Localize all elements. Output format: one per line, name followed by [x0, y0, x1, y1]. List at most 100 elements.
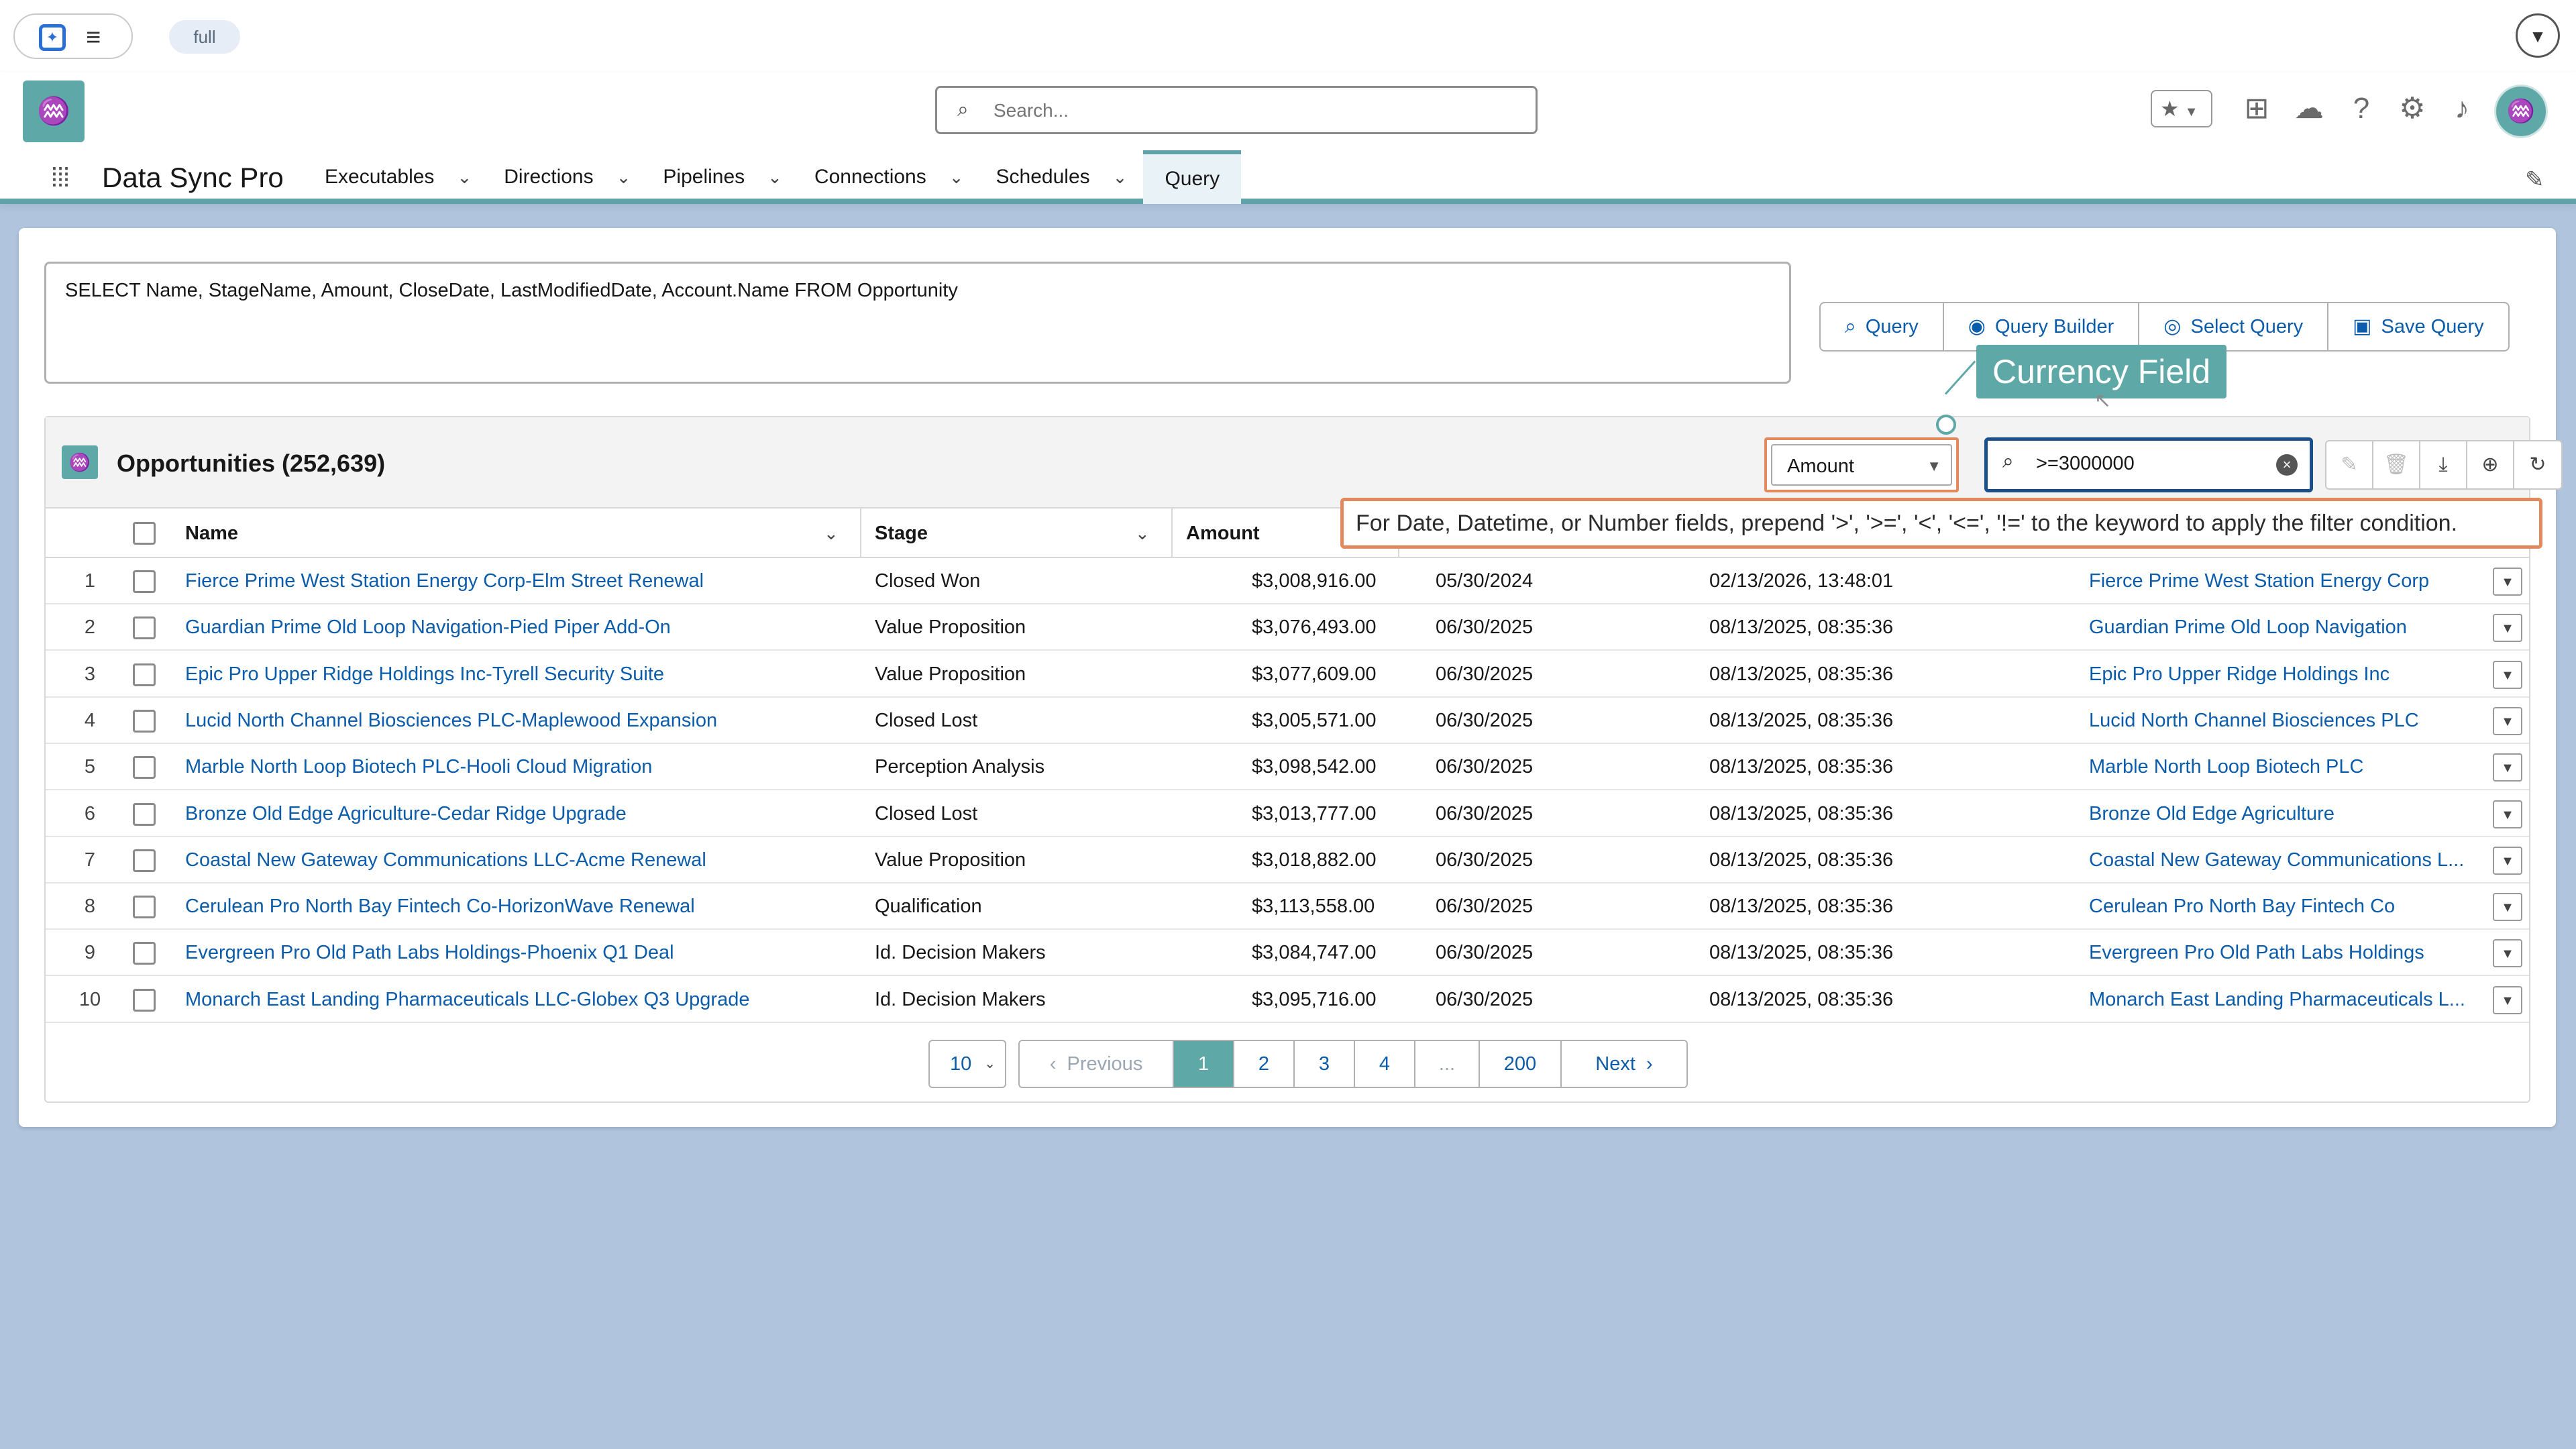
- add-circle-icon[interactable]: ⊕: [2467, 441, 2514, 488]
- page-button-200[interactable]: 200: [1480, 1041, 1562, 1087]
- chevron-down-icon[interactable]: ⌄: [767, 150, 782, 204]
- page-button-4[interactable]: 4: [1355, 1041, 1415, 1087]
- chevron-down-icon[interactable]: ⌄: [949, 150, 964, 204]
- row-checkbox[interactable]: [133, 942, 156, 965]
- row-actions-chevron-icon[interactable]: ▼: [2493, 706, 2522, 735]
- soql-query-textarea[interactable]: SELECT Name, StageName, Amount, CloseDat…: [44, 262, 1791, 384]
- search-input[interactable]: [994, 95, 1517, 127]
- query-builder-button[interactable]: ◉ Query Builder: [1944, 303, 2140, 350]
- previous-page-button[interactable]: ‹ Previous: [1020, 1041, 1174, 1087]
- row-actions-chevron-icon[interactable]: ▼: [2493, 846, 2522, 875]
- row-actions-chevron-icon[interactable]: ▼: [2493, 800, 2522, 828]
- filter-field-select[interactable]: Amount ▼: [1764, 437, 1959, 492]
- select-query-button[interactable]: ◎ Select Query: [2139, 303, 2329, 350]
- opportunity-name-link[interactable]: Bronze Old Edge Agriculture-Cedar Ridge …: [185, 791, 849, 837]
- row-actions-chevron-icon[interactable]: ▼: [2493, 614, 2522, 643]
- setup-gear-icon[interactable]: ⚙: [2392, 89, 2432, 129]
- row-checkbox[interactable]: [133, 709, 156, 733]
- opportunity-name-link[interactable]: Coastal New Gateway Communications LLC-A…: [185, 837, 849, 883]
- account-name-link[interactable]: Cerulean Pro North Bay Fintech Co: [2089, 883, 2478, 930]
- chevron-down-icon[interactable]: ⌄: [824, 508, 839, 558]
- account-name-link[interactable]: Fierce Prime West Station Energy Corp: [2089, 558, 2478, 604]
- row-actions-chevron-icon[interactable]: ▼: [2493, 568, 2522, 596]
- page-button-3[interactable]: 3: [1295, 1041, 1355, 1087]
- nav-item-connections[interactable]: Connections ⌄: [798, 150, 980, 204]
- page-size-select[interactable]: 10 ⌄: [928, 1040, 1006, 1088]
- chevron-down-icon[interactable]: ⌄: [457, 150, 472, 204]
- account-name-link[interactable]: Evergreen Pro Old Path Labs Holdings: [2089, 930, 2478, 976]
- chevron-down-icon[interactable]: ⌄: [1113, 150, 1128, 204]
- opportunity-name-link[interactable]: Guardian Prime Old Loop Navigation-Pied …: [185, 604, 849, 651]
- row-checkbox[interactable]: [133, 988, 156, 1012]
- row-actions-chevron-icon[interactable]: ▼: [2493, 753, 2522, 782]
- page-button-1[interactable]: 1: [1174, 1041, 1234, 1087]
- page-button-2[interactable]: 2: [1234, 1041, 1295, 1087]
- hamburger-icon[interactable]: ≡: [86, 24, 101, 51]
- account-name-link[interactable]: Lucid North Channel Biosciences PLC: [2089, 698, 2478, 744]
- filter-field-dropdown[interactable]: Amount ▼: [1771, 444, 1952, 486]
- filter-search-input[interactable]: ⌕ >=3000000 ×: [1984, 437, 2313, 492]
- help-icon[interactable]: ?: [2341, 89, 2381, 129]
- row-checkbox[interactable]: [133, 756, 156, 780]
- nav-item-executables[interactable]: Executables ⌄: [309, 150, 488, 204]
- download-icon[interactable]: ⤓: [2420, 441, 2467, 488]
- select-all-checkbox[interactable]: [133, 522, 156, 545]
- edit-nav-pencil-icon[interactable]: ✎: [2525, 166, 2544, 193]
- row-checkbox[interactable]: [133, 570, 156, 593]
- chevron-down-icon[interactable]: ⌄: [1135, 508, 1150, 558]
- favorites-star-icon[interactable]: ★ ▼: [2151, 90, 2212, 127]
- app-launcher-pill[interactable]: ✦ ≡: [13, 13, 133, 59]
- clear-icon[interactable]: ×: [2276, 454, 2298, 476]
- column-header-stage[interactable]: Stage: [875, 508, 928, 558]
- row-actions-chevron-icon[interactable]: ▼: [2493, 985, 2522, 1014]
- account-name-link[interactable]: Epic Pro Upper Ridge Holdings Inc: [2089, 651, 2478, 698]
- account-name-link[interactable]: Bronze Old Edge Agriculture: [2089, 791, 2478, 837]
- column-header-amount[interactable]: Amount: [1186, 508, 1260, 558]
- row-checkbox[interactable]: [133, 896, 156, 919]
- avatar[interactable]: ♒: [2494, 85, 2548, 138]
- row-checkbox[interactable]: [133, 802, 156, 826]
- opportunity-name-link[interactable]: Evergreen Pro Old Path Labs Holdings-Pho…: [185, 930, 849, 976]
- opportunity-name-link[interactable]: Cerulean Pro North Bay Fintech Co-Horizo…: [185, 883, 849, 930]
- column-divider[interactable]: [1171, 508, 1173, 558]
- column-header-name[interactable]: Name: [185, 508, 238, 558]
- row-checkbox[interactable]: [133, 616, 156, 640]
- edit-icon[interactable]: ✎: [2326, 441, 2373, 488]
- trailhead-icon[interactable]: ☁: [2289, 89, 2329, 129]
- account-name-link[interactable]: Monarch East Landing Pharmaceuticals L..…: [2089, 977, 2478, 1023]
- account-name-link[interactable]: Marble North Loop Biotech PLC: [2089, 744, 2478, 790]
- opportunity-name-link[interactable]: Epic Pro Upper Ridge Holdings Inc-Tyrell…: [185, 651, 849, 698]
- column-divider[interactable]: [860, 508, 861, 558]
- account-name-link[interactable]: Coastal New Gateway Communications L...: [2089, 837, 2478, 883]
- column-menu-chevron-icon[interactable]: ⌄: [1135, 508, 1155, 558]
- row-actions-chevron-icon[interactable]: ▼: [2493, 660, 2522, 689]
- app-launcher-waffle-icon[interactable]: ⁞⁞⁞: [42, 160, 78, 196]
- nav-item-query[interactable]: Query: [1143, 150, 1242, 204]
- chevron-down-icon[interactable]: ⌄: [616, 150, 631, 204]
- data-sync-pro-logo[interactable]: ♒: [23, 80, 85, 142]
- delete-icon[interactable]: 🗑: [2373, 441, 2420, 488]
- opportunity-name-link[interactable]: Fierce Prime West Station Energy Corp-El…: [185, 558, 849, 604]
- row-actions-chevron-icon[interactable]: ▼: [2493, 939, 2522, 968]
- column-menu-chevron-icon[interactable]: ⌄: [824, 508, 844, 558]
- sparkle-icon[interactable]: ✦: [39, 24, 66, 51]
- account-name-link[interactable]: Guardian Prime Old Loop Navigation: [2089, 604, 2478, 651]
- global-search[interactable]: ⌕: [935, 86, 1538, 134]
- refresh-icon[interactable]: ↻: [2514, 441, 2561, 488]
- nav-item-directions[interactable]: Directions ⌄: [488, 150, 647, 204]
- next-page-button[interactable]: Next ›: [1562, 1041, 1686, 1087]
- opportunity-name-link[interactable]: Lucid North Channel Biosciences PLC-Mapl…: [185, 698, 849, 744]
- save-query-button[interactable]: ▣ Save Query: [2328, 303, 2508, 350]
- nav-item-pipelines[interactable]: Pipelines ⌄: [647, 150, 798, 204]
- filter-value[interactable]: >=3000000: [2036, 453, 2135, 475]
- notifications-bell-icon[interactable]: ♪: [2442, 89, 2482, 129]
- query-button[interactable]: ⌕ Query: [1821, 303, 1944, 350]
- nav-item-schedules[interactable]: Schedules ⌄: [980, 150, 1144, 204]
- row-checkbox[interactable]: [133, 663, 156, 686]
- opportunity-name-link[interactable]: Marble North Loop Biotech PLC-Hooli Clou…: [185, 744, 849, 790]
- add-icon[interactable]: ⊞: [2237, 89, 2277, 129]
- chevron-down-icon[interactable]: ▼: [2516, 13, 2560, 58]
- row-actions-chevron-icon[interactable]: ▼: [2493, 893, 2522, 922]
- opportunity-name-link[interactable]: Monarch East Landing Pharmaceuticals LLC…: [185, 977, 849, 1023]
- row-checkbox[interactable]: [133, 849, 156, 872]
